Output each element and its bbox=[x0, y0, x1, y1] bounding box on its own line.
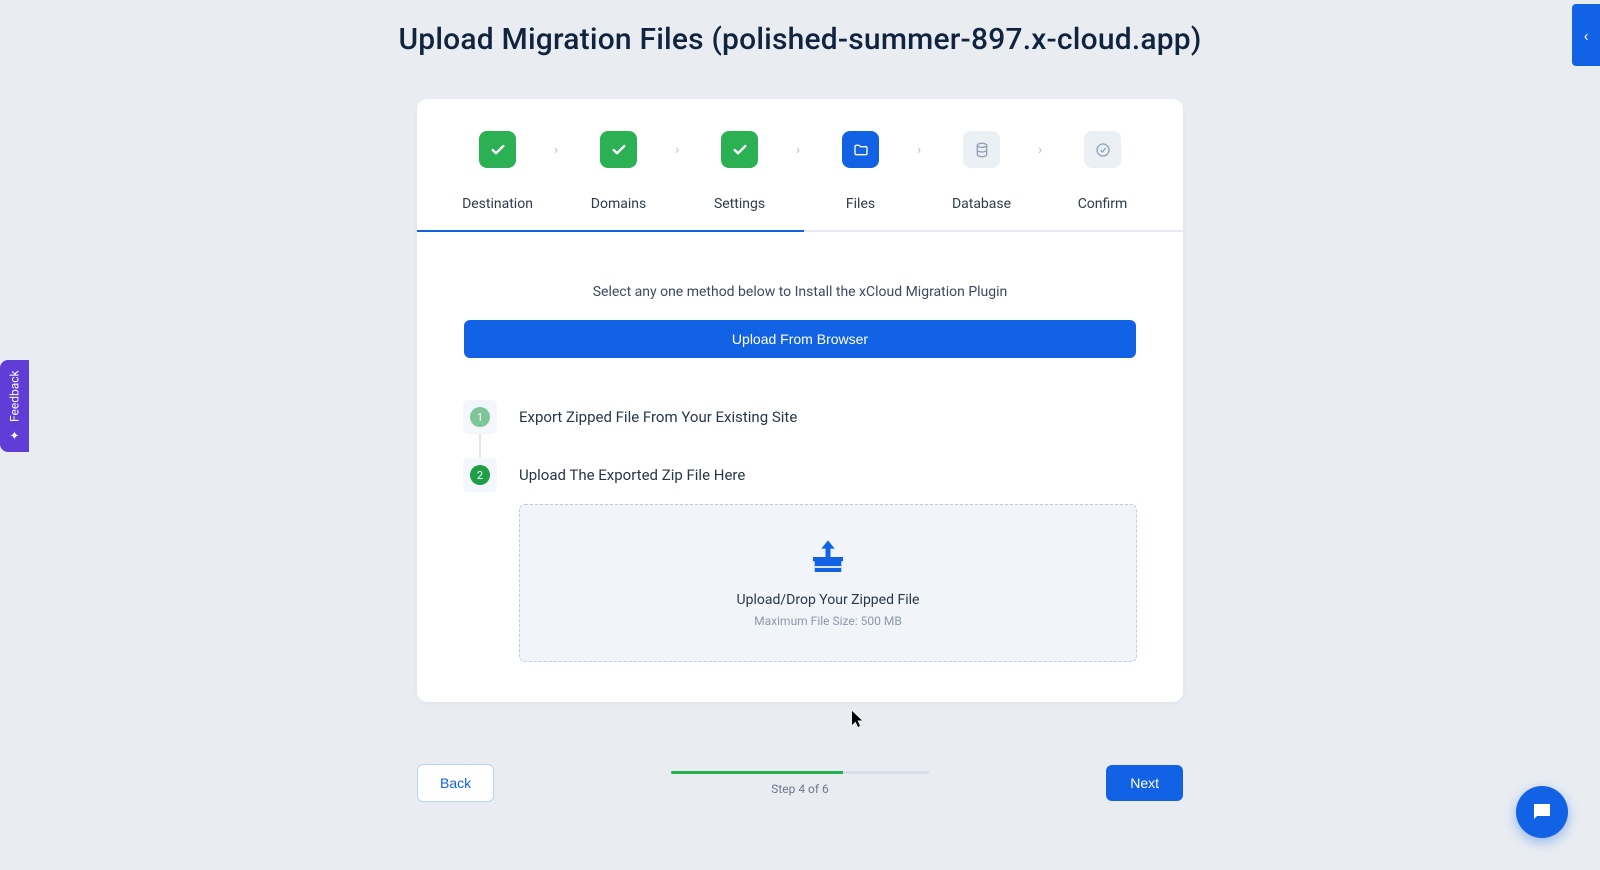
badge-wrap: 1 bbox=[463, 400, 497, 434]
confirm-icon bbox=[1084, 131, 1121, 168]
step-database[interactable]: Database bbox=[921, 131, 1042, 212]
check-icon bbox=[721, 131, 758, 168]
page-title: Upload Migration Files (polished-summer-… bbox=[0, 0, 1600, 57]
step-label: Files bbox=[846, 196, 875, 212]
step-confirm[interactable]: Confirm bbox=[1042, 131, 1163, 212]
step-files[interactable]: Files bbox=[800, 131, 921, 212]
substep-2: 2 Upload The Exported Zip File Here bbox=[463, 458, 1137, 492]
step-destination[interactable]: Destination bbox=[437, 131, 558, 212]
wizard-footer: Back Step 4 of 6 Next bbox=[417, 764, 1183, 802]
check-icon bbox=[600, 131, 637, 168]
chevron-left-icon: ‹ bbox=[1584, 26, 1589, 45]
step-number-badge: 2 bbox=[470, 465, 490, 485]
substep-label: Upload The Exported Zip File Here bbox=[519, 466, 745, 484]
back-button[interactable]: Back bbox=[417, 764, 494, 802]
cursor-icon bbox=[851, 710, 865, 732]
stepper-underline bbox=[417, 230, 1183, 232]
dropzone-subtitle: Maximum File Size: 500 MB bbox=[754, 614, 902, 628]
folder-icon bbox=[842, 131, 879, 168]
stepper: Destination › Domains › Settings › Files… bbox=[417, 131, 1183, 212]
check-icon bbox=[479, 131, 516, 168]
step-number-badge: 1 bbox=[470, 407, 490, 427]
dropzone-title: Upload/Drop Your Zipped File bbox=[737, 592, 920, 608]
upload-from-browser-button[interactable]: Upload From Browser bbox=[464, 320, 1136, 358]
sidebar-collapse-button[interactable]: ‹ bbox=[1572, 4, 1600, 66]
step-settings[interactable]: Settings bbox=[679, 131, 800, 212]
database-icon bbox=[963, 131, 1000, 168]
upload-icon bbox=[808, 538, 848, 580]
step-label: Confirm bbox=[1078, 196, 1128, 212]
step-label: Domains bbox=[591, 196, 646, 212]
step-label: Database bbox=[952, 196, 1011, 212]
feedback-tab[interactable]: ✦ Feedback bbox=[0, 360, 29, 452]
sparkle-icon: ✦ bbox=[8, 428, 22, 442]
progress-label: Step 4 of 6 bbox=[671, 782, 929, 796]
feedback-label: Feedback bbox=[8, 370, 22, 422]
file-dropzone[interactable]: Upload/Drop Your Zipped File Maximum Fil… bbox=[519, 504, 1137, 662]
substeps: 1 Export Zipped File From Your Existing … bbox=[463, 400, 1137, 662]
wizard-card: Destination › Domains › Settings › Files… bbox=[417, 99, 1183, 702]
chat-widget-button[interactable] bbox=[1516, 786, 1568, 838]
progress-bar bbox=[671, 771, 929, 774]
instruction-text: Select any one method below to Install t… bbox=[417, 284, 1183, 300]
substep-label: Export Zipped File From Your Existing Si… bbox=[519, 408, 797, 426]
step-domains[interactable]: Domains bbox=[558, 131, 679, 212]
step-label: Destination bbox=[462, 196, 533, 212]
next-button[interactable]: Next bbox=[1106, 765, 1183, 801]
step-label: Settings bbox=[714, 196, 765, 212]
progress: Step 4 of 6 bbox=[671, 771, 929, 796]
connector-line bbox=[479, 434, 481, 460]
badge-wrap: 2 bbox=[463, 458, 497, 492]
substep-1: 1 Export Zipped File From Your Existing … bbox=[463, 400, 1137, 434]
chat-icon bbox=[1530, 800, 1554, 824]
